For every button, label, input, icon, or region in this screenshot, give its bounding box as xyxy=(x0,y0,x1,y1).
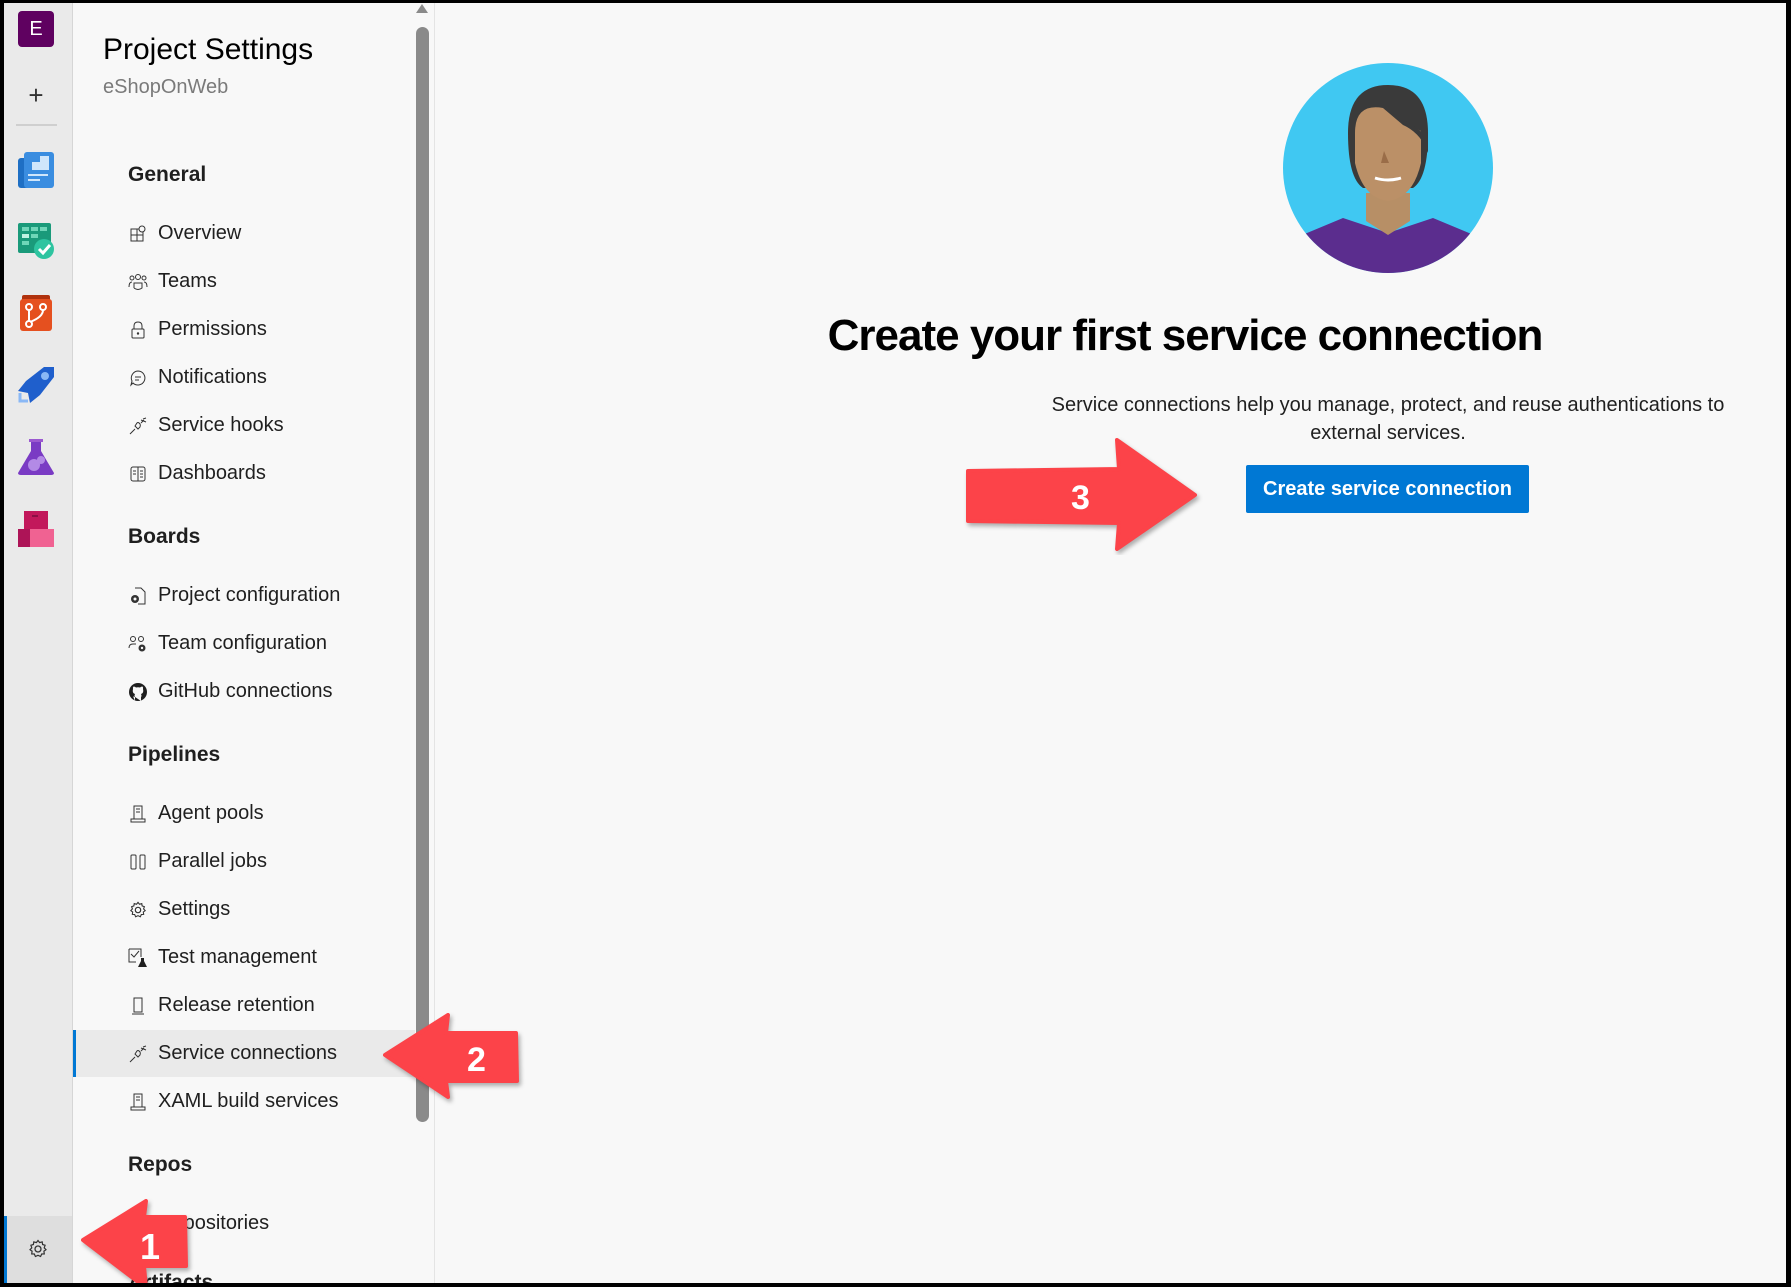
nav-item-github-connections[interactable]: GitHub connections xyxy=(73,668,415,715)
gear-icon xyxy=(128,900,148,920)
test-plans-icon[interactable] xyxy=(18,439,54,475)
build-agent-icon xyxy=(128,1092,148,1112)
nav-item-pipeline-settings[interactable]: Settings xyxy=(73,886,415,933)
main-content: Create your first service connection Ser… xyxy=(435,3,1786,1283)
test-management-icon xyxy=(128,948,148,968)
plug-icon xyxy=(128,1044,148,1064)
boards-icon[interactable] xyxy=(18,223,54,259)
annotation-number-2: 2 xyxy=(467,1041,486,1079)
annotation-number-1: 1 xyxy=(140,1226,160,1267)
plus-icon[interactable]: + xyxy=(18,77,54,113)
phone-icon xyxy=(128,996,148,1016)
scroll-up-arrow[interactable] xyxy=(416,4,428,13)
nav-item-dashboards[interactable]: Dashboards xyxy=(73,450,415,497)
nav-item-team-configuration[interactable]: Team configuration xyxy=(73,620,415,667)
nav-item-notifications[interactable]: Notifications xyxy=(73,354,415,401)
person-illustration xyxy=(1283,63,1493,273)
repos-icon[interactable] xyxy=(18,295,54,331)
annotation-arrow-1: 1 xyxy=(81,1199,188,1283)
project-name: eShopOnWeb xyxy=(103,76,229,98)
nav-item-parallel-jobs[interactable]: Parallel jobs xyxy=(73,838,415,885)
gear-icon xyxy=(29,1239,47,1258)
nav-item-agent-pools[interactable]: Agent pools xyxy=(73,790,415,837)
nav-item-service-connections[interactable]: Service connections xyxy=(73,1030,415,1077)
build-agent-icon xyxy=(128,804,148,824)
panel-scrollbar-thumb[interactable] xyxy=(416,27,429,1122)
nav-item-test-management[interactable]: Test management xyxy=(73,934,415,981)
plug-icon xyxy=(128,416,148,436)
nav-item-release-retention[interactable]: Release retention xyxy=(73,982,415,1029)
page-title: Project Settings xyxy=(103,33,314,66)
section-boards: Boards xyxy=(128,525,201,548)
nav-item-project-configuration[interactable]: Project configuration xyxy=(73,572,415,619)
artifacts-icon[interactable] xyxy=(18,511,54,547)
dashboard-icon xyxy=(128,464,148,484)
section-general: General xyxy=(128,163,207,186)
annotation-arrow-3: 3 xyxy=(966,438,1197,551)
pipelines-icon[interactable] xyxy=(18,367,54,403)
left-nav-rail: E + xyxy=(4,3,73,1283)
github-icon xyxy=(128,682,148,702)
section-repos: Repos xyxy=(128,1153,193,1176)
organization-badge[interactable]: E xyxy=(18,11,54,47)
nav-item-xaml-build-services[interactable]: XAML build services xyxy=(73,1078,415,1125)
rail-divider xyxy=(16,124,57,126)
nav-item-teams[interactable]: Teams xyxy=(73,258,415,305)
teams-icon xyxy=(128,272,148,292)
azure-devops-window: E + Project Settings eShopOnWeb General … xyxy=(4,3,1786,1283)
nav-item-permissions[interactable]: Permissions xyxy=(73,306,415,353)
create-service-connection-button[interactable]: Create service connection xyxy=(1246,465,1529,513)
nav-item-service-hooks[interactable]: Service hooks xyxy=(73,402,415,449)
overview-icon xyxy=(128,224,148,244)
project-settings-button[interactable] xyxy=(4,1216,72,1283)
parallel-icon xyxy=(128,852,148,872)
document-gear-icon xyxy=(128,586,148,606)
section-pipelines: Pipelines xyxy=(128,743,221,766)
nav-item-overview[interactable]: Overview xyxy=(73,210,415,257)
empty-state-heading: Create your first service connection xyxy=(827,311,1544,360)
lock-icon xyxy=(128,320,148,340)
annotation-number-3: 3 xyxy=(1071,479,1090,517)
chat-icon xyxy=(128,368,148,388)
annotation-arrow-2: 2 xyxy=(383,1013,519,1099)
people-gear-icon xyxy=(128,634,148,654)
overview-icon[interactable] xyxy=(18,152,54,188)
